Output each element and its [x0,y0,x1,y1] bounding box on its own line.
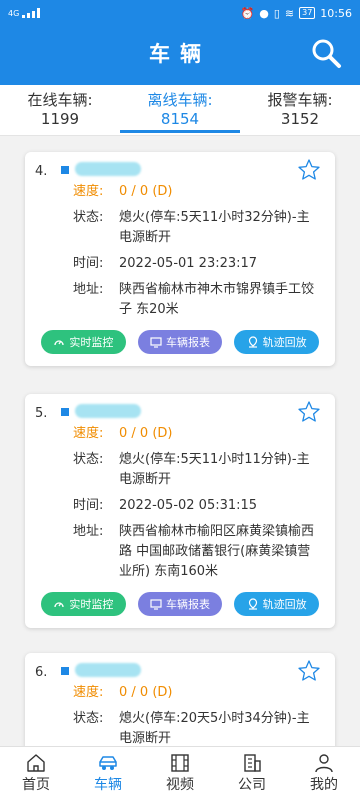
location-icon: ● [259,6,269,20]
page-title: 车辆 [149,42,211,66]
plate-number-redacted [75,404,141,418]
favorite-star-icon[interactable] [297,659,321,683]
button-label: 实时监控 [69,598,114,611]
speed-value: 0 / 0 (D) [119,685,173,700]
address-value: 陕西省榆林市榆阳区麻黄梁镇榆西路 中国邮政储蓄银行(麻黄梁镇营业所) 东南160… [119,524,315,579]
favorite-star-icon[interactable] [297,400,321,424]
speed-label: 速度: [73,685,104,700]
track-playback-button[interactable]: 轨迹回放 [234,330,320,354]
status-label: 状态: [73,210,104,225]
status-value: 熄火(停车:20天5小时34分钟)-主电源断开 [119,711,310,746]
address-label: 地址: [73,282,104,297]
nav-video[interactable]: 视频 [144,747,216,801]
nav-label: 我的 [310,777,338,793]
film-icon [171,754,189,772]
time-value: 2022-05-02 05:31:15 [119,498,258,513]
signal-icon [22,8,41,18]
time-label: 时间: [73,498,104,513]
vehicle-color-marker [61,166,69,174]
button-label: 车辆报表 [166,336,210,349]
nav-company[interactable]: 公司 [216,747,288,801]
speed-label: 速度: [73,426,104,441]
status-bar: 4G ⏰ ● ▯ ≋ 37 10:56 [0,0,360,26]
track-playback-button[interactable]: 轨迹回放 [234,592,320,616]
plate-number-redacted [75,663,141,677]
vehicle-filter-tabs: 在线车辆: 1199 离线车辆: 8154 报警车辆: 3152 [0,85,360,136]
tab-label: 离线车辆: [147,91,213,109]
button-label: 车辆报表 [166,598,210,611]
button-label: 轨迹回放 [262,336,307,349]
building-icon [244,754,261,772]
nav-label: 视频 [166,777,194,793]
wifi-icon: ≋ [284,6,295,20]
vibrate-icon: ▯ [273,6,280,20]
vehicle-card[interactable]: 5. 速度: 0 / 0 (D) 状态: 熄火(停车:5天11小时11分钟)-主电源… [25,394,335,628]
speed-value: 0 / 0 (D) [119,426,173,441]
button-label: 实时监控 [69,336,114,349]
time-label: 时间: [73,256,104,271]
clock: 10:56 [320,6,352,20]
tab-offline[interactable]: 离线车辆: 8154 [120,85,240,135]
tab-count: 3152 [280,110,320,128]
monitor-icon [54,602,64,608]
button-label: 轨迹回放 [262,598,307,611]
favorite-star-icon[interactable] [297,158,321,182]
vehicle-color-marker [61,667,69,675]
home-icon [27,754,45,772]
nav-label: 首页 [22,777,50,793]
nav-profile[interactable]: 我的 [288,747,360,801]
address-value: 陕西省榆林市神木市锦界镇手工饺子 东20米 [119,282,315,317]
pin-icon [248,598,257,610]
vehicle-index: 5. [35,406,48,421]
nav-home[interactable]: 首页 [0,747,72,801]
status-label: 状态: [73,711,104,726]
app-header: 4G ⏰ ● ▯ ≋ 37 10:56 车辆 [0,0,360,85]
tab-count: 1199 [40,110,80,128]
status-value: 熄火(停车:5天11小时32分钟)-主电源断开 [119,210,310,245]
report-icon [150,599,162,610]
active-tab-indicator [120,130,240,133]
vehicle-card[interactable]: 6. 速度: 0 / 0 (D) 状态: 熄火(停车:20天5小时34分钟)-主电源… [25,653,335,746]
realtime-monitor-button[interactable]: 实时监控 [41,330,126,354]
nav-label: 公司 [238,777,266,793]
monitor-icon [54,340,64,346]
tab-alarm[interactable]: 报警车辆: 3152 [240,85,360,135]
tab-label: 报警车辆: [267,91,333,109]
realtime-monitor-button[interactable]: 实时监控 [41,592,126,616]
tab-label: 在线车辆: [27,91,93,109]
speed-value: 0 / 0 (D) [119,184,173,199]
vehicle-report-button[interactable]: 车辆报表 [137,592,223,616]
time-value: 2022-05-01 23:23:17 [119,256,258,271]
pin-icon [248,336,257,348]
vehicle-index: 4. [35,164,48,179]
nav-label: 车辆 [94,777,122,793]
report-icon [150,337,162,348]
alarm-icon: ⏰ [240,6,255,20]
status-value: 熄火(停车:5天11小时11分钟)-主电源断开 [119,452,310,487]
speed-label: 速度: [73,184,104,199]
vehicle-card[interactable]: 4. 速度: 0 / 0 (D) 状态: 熄火(停车:5天11小时32分钟)-主电源… [25,152,335,366]
bottom-navigation: 首页 车辆 视频 公司 我的 [0,746,360,801]
nav-vehicles[interactable]: 车辆 [72,747,144,801]
vehicle-color-marker [61,408,69,416]
network-indicator: 4G [8,8,20,18]
vehicle-list[interactable]: 4. 速度: 0 / 0 (D) 状态: 熄火(停车:5天11小时32分钟)-主电源… [0,136,360,746]
vehicle-index: 6. [35,665,48,680]
status-label: 状态: [73,452,104,467]
plate-number-redacted [75,162,141,176]
vehicle-report-button[interactable]: 车辆报表 [137,330,223,354]
car-icon [99,756,117,770]
person-icon [315,754,333,773]
search-icon[interactable] [310,37,342,69]
battery-indicator: 37 [299,7,316,19]
tab-count: 8154 [160,110,200,128]
tab-online[interactable]: 在线车辆: 1199 [0,85,120,135]
address-label: 地址: [73,524,104,539]
